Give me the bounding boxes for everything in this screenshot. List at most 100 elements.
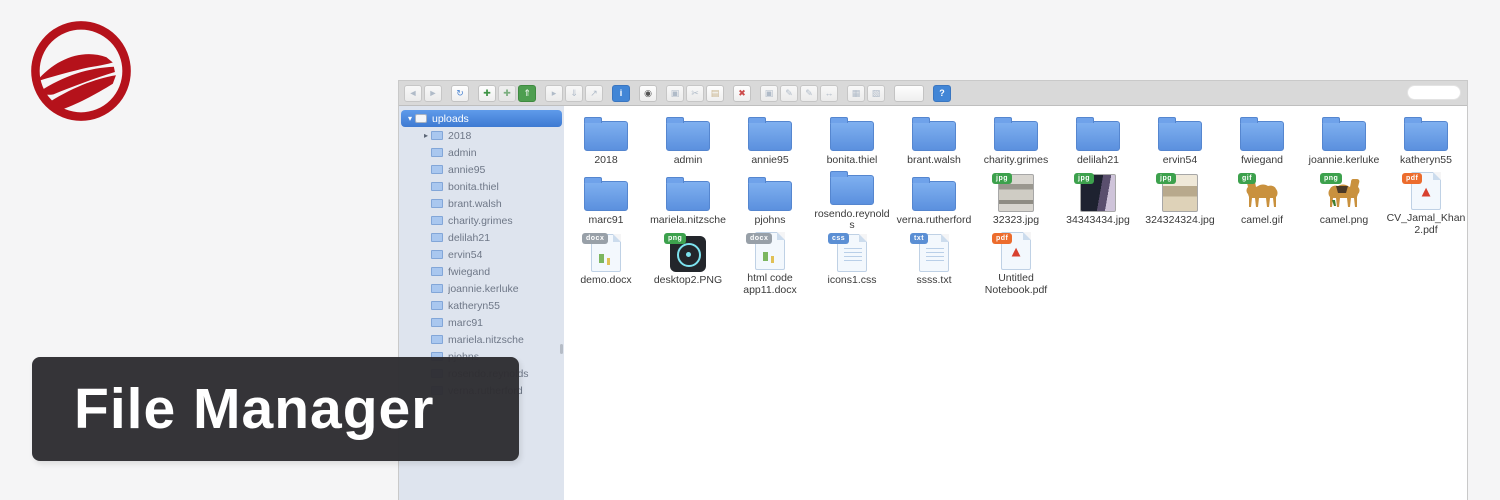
tree-item[interactable]: joannie.kerluke <box>401 280 562 297</box>
file-type-badge: docx <box>582 233 608 244</box>
file-item[interactable]: rosendo.reynolds <box>811 172 893 232</box>
preview-button[interactable]: ◉ <box>639 85 657 102</box>
open-button[interactable]: ▸ <box>545 85 563 102</box>
file-item[interactable]: pjohns <box>729 172 811 232</box>
tree-folder-icon <box>431 165 443 174</box>
file-icon-art <box>1404 121 1448 151</box>
file-item[interactable]: fwiegand <box>1221 112 1303 172</box>
tree-item[interactable]: katheryn55 <box>401 297 562 314</box>
file-type-badge: png <box>664 233 686 244</box>
file-name: joannie.kerluke <box>1309 155 1380 167</box>
file-item[interactable]: katheryn55 <box>1385 112 1467 172</box>
file-name: CV_Jamal_Khan2.pdf <box>1386 213 1466 236</box>
copy-button[interactable]: ▣ <box>666 85 684 102</box>
file-icon: gif <box>1221 172 1303 212</box>
tree-folder-icon <box>431 250 443 259</box>
tree-item-label: delilah21 <box>448 232 490 244</box>
file-item[interactable]: pdf Untitled Notebook.pdf <box>975 232 1057 292</box>
tree-item[interactable]: brant.walsh <box>401 195 562 212</box>
file-icon-art <box>912 121 956 151</box>
file-item[interactable]: txt ssss.txt <box>893 232 975 292</box>
tree-folder-icon <box>431 233 443 242</box>
file-name: 2018 <box>594 155 617 167</box>
tree-item[interactable]: annie95 <box>401 161 562 178</box>
help-button[interactable]: ? <box>933 85 951 102</box>
archive-button[interactable]: ▦ <box>847 85 865 102</box>
extract-button[interactable]: ▧ <box>867 85 885 102</box>
file-item[interactable]: png desktop2.PNG <box>647 232 729 292</box>
edit-button[interactable]: ✎ <box>800 85 818 102</box>
select-file-button[interactable]: ↗ <box>585 85 603 102</box>
tree-item[interactable]: mariela.nitzsche <box>401 331 562 348</box>
tree-folder-icon <box>431 199 443 208</box>
rename-button[interactable]: ✎ <box>780 85 798 102</box>
file-item[interactable]: bonita.thiel <box>811 112 893 172</box>
resize-button[interactable]: ↔ <box>820 85 838 102</box>
file-item[interactable]: charity.grimes <box>975 112 1057 172</box>
file-item[interactable]: verna.rutherford <box>893 172 975 232</box>
tree-item-label: ervin54 <box>448 249 482 261</box>
file-item[interactable]: marc91 <box>565 172 647 232</box>
tree-expand-arrow[interactable]: ▸ <box>421 131 431 140</box>
tree-folder-icon <box>431 182 443 191</box>
file-item[interactable]: pdf CV_Jamal_Khan2.pdf <box>1385 172 1467 232</box>
file-item[interactable]: delilah21 <box>1057 112 1139 172</box>
delete-button[interactable]: ✖ <box>733 85 751 102</box>
search-input[interactable] <box>1407 85 1461 100</box>
file-item[interactable]: 2018 <box>565 112 647 172</box>
file-item[interactable]: jpg 324324324.jpg <box>1139 172 1221 232</box>
file-icon-art <box>1240 121 1284 151</box>
toolbar-button-icon: ✂ <box>691 89 699 98</box>
tree-folder-icon <box>431 301 443 310</box>
upload-button[interactable]: ⇑ <box>518 85 536 102</box>
file-name: annie95 <box>751 155 788 167</box>
file-item[interactable]: admin <box>647 112 729 172</box>
tree-scrollbar-thumb[interactable] <box>560 344 563 354</box>
file-item[interactable]: docx html code app11.docx <box>729 232 811 292</box>
file-item[interactable]: png camel.png <box>1303 172 1385 232</box>
file-name: camel.gif <box>1241 215 1283 227</box>
file-item[interactable]: gif camel.gif <box>1221 172 1303 232</box>
file-icon <box>811 172 893 206</box>
file-item[interactable]: jpg 32323.jpg <box>975 172 1057 232</box>
tree-item[interactable]: charity.grimes <box>401 212 562 229</box>
file-type-badge: jpg <box>1156 173 1176 184</box>
tree-folder-icon <box>431 267 443 276</box>
file-name: icons1.css <box>827 275 876 287</box>
tree-item[interactable]: ervin54 <box>401 246 562 263</box>
toolbar-button-icon: ► <box>429 89 438 98</box>
file-item[interactable]: joannie.kerluke <box>1303 112 1385 172</box>
tree-item[interactable]: ▾ uploads <box>401 110 562 127</box>
file-icon: jpg <box>1139 172 1221 212</box>
paste-button[interactable]: ▤ <box>706 85 724 102</box>
file-item[interactable]: css icons1.css <box>811 232 893 292</box>
file-icon-art <box>912 181 956 211</box>
file-icon: pdf <box>1385 172 1467 210</box>
download-button[interactable]: ⇓ <box>565 85 583 102</box>
new-file-button[interactable]: ✚ <box>498 85 516 102</box>
tree-item[interactable]: delilah21 <box>401 229 562 246</box>
tree-item[interactable]: bonita.thiel <box>401 178 562 195</box>
file-item[interactable]: jpg 34343434.jpg <box>1057 172 1139 232</box>
tree-item[interactable]: fwiegand <box>401 263 562 280</box>
new-folder-button[interactable]: ✚ <box>478 85 496 102</box>
tree-expand-arrow[interactable]: ▾ <box>405 114 415 123</box>
duplicate-button[interactable]: ▣ <box>760 85 778 102</box>
view-button[interactable] <box>894 85 924 102</box>
file-icon <box>975 112 1057 152</box>
file-item[interactable]: annie95 <box>729 112 811 172</box>
file-item[interactable]: brant.walsh <box>893 112 975 172</box>
cut-button[interactable]: ✂ <box>686 85 704 102</box>
tree-item[interactable]: marc91 <box>401 314 562 331</box>
eagle-logo <box>28 18 134 124</box>
file-item[interactable]: ervin54 <box>1139 112 1221 172</box>
tree-item[interactable]: admin <box>401 144 562 161</box>
forward-button[interactable]: ► <box>424 85 442 102</box>
file-item[interactable]: mariela.nitzsche <box>647 172 729 232</box>
reload-button[interactable]: ↻ <box>451 85 469 102</box>
page-title: File Manager <box>32 376 434 442</box>
tree-item[interactable]: ▸ 2018 <box>401 127 562 144</box>
file-item[interactable]: docx demo.docx <box>565 232 647 292</box>
back-button[interactable]: ◄ <box>404 85 422 102</box>
info-button[interactable]: i <box>612 85 630 102</box>
